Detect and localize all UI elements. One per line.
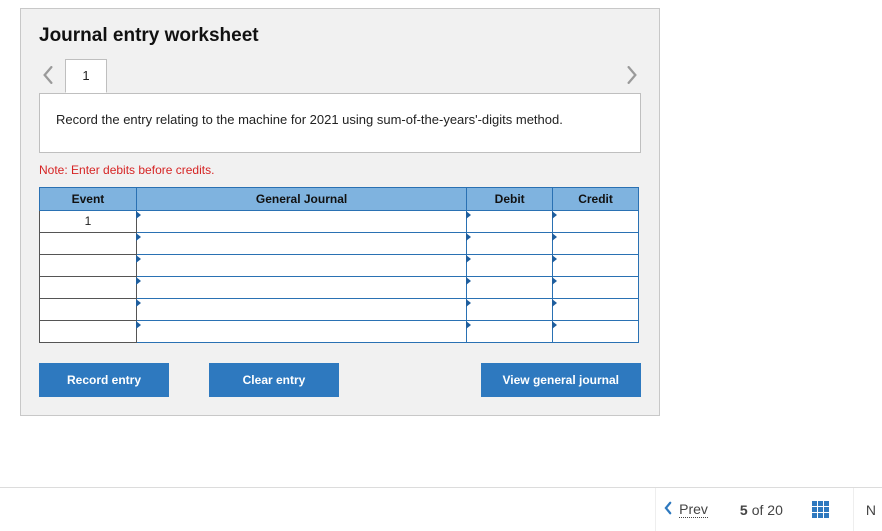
instruction-text: Record the entry relating to the machine…	[56, 112, 563, 127]
debit-cell[interactable]	[467, 254, 553, 276]
dropdown-marker-icon	[466, 277, 471, 285]
clear-entry-button[interactable]: Clear entry	[209, 363, 339, 397]
event-cell[interactable]	[40, 254, 137, 276]
dropdown-marker-icon	[552, 277, 557, 285]
button-row: Record entry Clear entry View general jo…	[39, 363, 641, 397]
dropdown-marker-icon	[552, 299, 557, 307]
journal-table: Event General Journal Debit Credit 1	[39, 187, 639, 343]
credit-cell[interactable]	[553, 254, 639, 276]
worksheet-title: Journal entry worksheet	[39, 25, 641, 47]
note-text: Note: Enter debits before credits.	[39, 163, 641, 177]
credit-cell[interactable]	[553, 276, 639, 298]
journal-cell[interactable]	[136, 210, 466, 232]
event-cell[interactable]	[40, 320, 137, 342]
debit-cell[interactable]	[467, 276, 553, 298]
dropdown-marker-icon	[552, 233, 557, 241]
event-cell[interactable]	[40, 276, 137, 298]
table-row	[40, 298, 639, 320]
journal-cell[interactable]	[136, 320, 466, 342]
credit-cell[interactable]	[553, 210, 639, 232]
debit-cell[interactable]	[467, 232, 553, 254]
journal-cell[interactable]	[136, 298, 466, 320]
dropdown-marker-icon	[136, 299, 141, 307]
tab-1[interactable]: 1	[65, 59, 107, 93]
dropdown-marker-icon	[136, 321, 141, 329]
col-header-credit: Credit	[553, 187, 639, 210]
dropdown-marker-icon	[136, 211, 141, 219]
current-page: 5	[740, 502, 748, 518]
view-general-journal-button[interactable]: View general journal	[481, 363, 641, 397]
worksheet-card: Journal entry worksheet 1 Record the ent…	[20, 8, 660, 416]
table-row	[40, 254, 639, 276]
prev-label: Prev	[679, 501, 708, 518]
next-tab-chevron-icon[interactable]	[623, 66, 641, 84]
of-word: of	[752, 502, 764, 518]
prev-link[interactable]: Prev	[655, 488, 716, 531]
debit-cell[interactable]	[467, 298, 553, 320]
dropdown-marker-icon	[136, 277, 141, 285]
dropdown-marker-icon	[552, 321, 557, 329]
dropdown-marker-icon	[466, 299, 471, 307]
prev-tab-chevron-icon[interactable]	[39, 66, 57, 84]
dropdown-marker-icon	[466, 211, 471, 219]
tabs-row: 1	[39, 57, 641, 93]
journal-cell[interactable]	[136, 232, 466, 254]
tab-label: 1	[82, 68, 89, 83]
total-pages: 20	[767, 502, 783, 518]
event-cell[interactable]	[40, 232, 137, 254]
dropdown-marker-icon	[552, 255, 557, 263]
table-row	[40, 232, 639, 254]
col-header-event: Event	[40, 187, 137, 210]
debit-cell[interactable]	[467, 210, 553, 232]
journal-cell[interactable]	[136, 254, 466, 276]
debit-cell[interactable]	[467, 320, 553, 342]
table-row	[40, 276, 639, 298]
dropdown-marker-icon	[466, 255, 471, 263]
dropdown-marker-icon	[552, 211, 557, 219]
table-row: 1	[40, 210, 639, 232]
event-cell[interactable]: 1	[40, 210, 137, 232]
col-header-debit: Debit	[467, 187, 553, 210]
dropdown-marker-icon	[136, 233, 141, 241]
instruction-box: Record the entry relating to the machine…	[39, 93, 641, 153]
dropdown-marker-icon	[466, 321, 471, 329]
journal-cell[interactable]	[136, 276, 466, 298]
grid-icon[interactable]	[807, 501, 835, 518]
dropdown-marker-icon	[466, 233, 471, 241]
event-cell[interactable]	[40, 298, 137, 320]
col-header-general-journal: General Journal	[136, 187, 466, 210]
chevron-left-icon	[664, 501, 673, 518]
next-link-partial[interactable]: N	[853, 488, 876, 531]
credit-cell[interactable]	[553, 298, 639, 320]
credit-cell[interactable]	[553, 320, 639, 342]
record-entry-button[interactable]: Record entry	[39, 363, 169, 397]
footer-nav: Prev 5 of 20 N	[0, 487, 882, 531]
page-counter: 5 of 20	[734, 488, 789, 531]
table-row	[40, 320, 639, 342]
dropdown-marker-icon	[136, 255, 141, 263]
credit-cell[interactable]	[553, 232, 639, 254]
